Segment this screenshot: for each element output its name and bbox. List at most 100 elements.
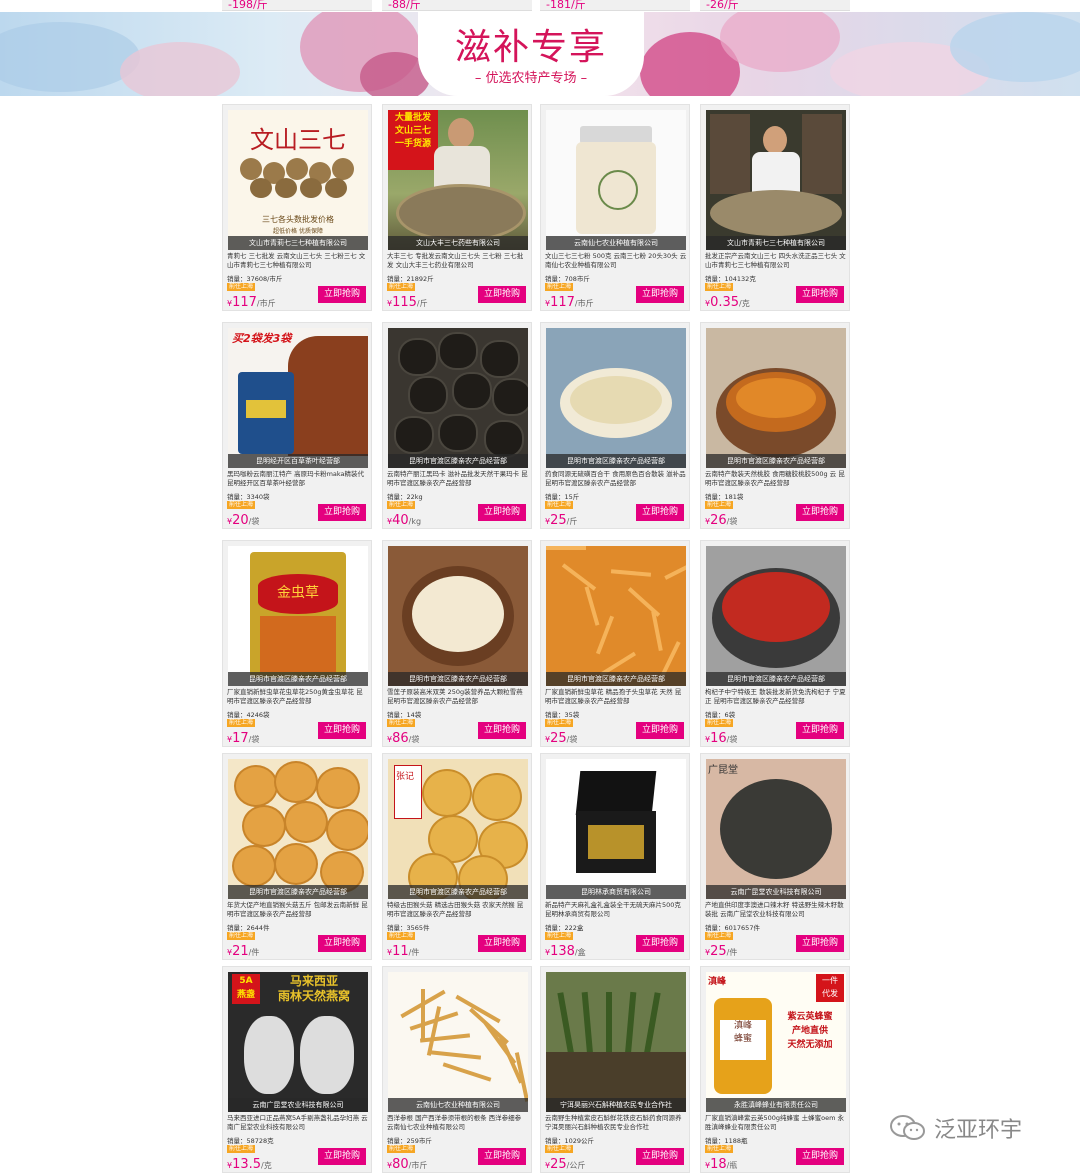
buy-now-button[interactable]: 立即抢购 bbox=[318, 286, 366, 303]
prev-card-stub: -198/斤 bbox=[222, 0, 372, 11]
buy-now-button[interactable]: 立即抢购 bbox=[636, 1148, 684, 1165]
shipping-tag: 前往上海 bbox=[387, 719, 416, 727]
product-image[interactable] bbox=[546, 110, 686, 250]
product-description[interactable]: 黑玛咖粉云南丽江特产 高原玛卡粉maka精装代 昆明经开区百草茶叶经营部 bbox=[227, 470, 369, 488]
product-image[interactable]: 滇峰 一件 代发 滇峰 蜂蜜 紫云英蜂蜜 产地直供 天然无添加 bbox=[706, 972, 846, 1112]
product-description[interactable]: 青莉七 三七批发 云南文山三七头 三七粉三七 文山市青莉七三七种植有限公司 bbox=[227, 252, 369, 270]
buy-now-button[interactable]: 立即抢购 bbox=[636, 504, 684, 521]
product-image[interactable] bbox=[546, 546, 686, 686]
buy-now-button[interactable]: 立即抢购 bbox=[796, 286, 844, 303]
product-image[interactable] bbox=[706, 546, 846, 686]
buy-now-button[interactable]: 立即抢购 bbox=[478, 1148, 526, 1165]
sales-count: 销量：6017657件 bbox=[705, 924, 760, 932]
product-description[interactable]: 文山三七三七粉 500克 云南三七粉 20头30头 云南仙七农业种植有限公司 bbox=[545, 252, 687, 270]
product-image[interactable] bbox=[388, 972, 528, 1112]
buy-now-button[interactable]: 立即抢购 bbox=[636, 286, 684, 303]
product-card[interactable]: 宁洱昊丽兴石斛种植农民专业合作社 云南野生种植紫皮石斛鲜花铁皮石斛药食同源养 宁… bbox=[540, 966, 690, 1173]
price-unit: /瓶 bbox=[726, 1161, 738, 1170]
shipping-tag: 前往上海 bbox=[387, 932, 416, 940]
product-card[interactable]: 文山三七 三七各头数批发价格 超低价格 优质保障 文山市青莉七三七种植有限公司 … bbox=[222, 104, 372, 311]
product-image[interactable]: 文山三七 三七各头数批发价格 超低价格 优质保障 bbox=[228, 110, 368, 250]
product-description[interactable]: 马来西亚进口正品燕窝5A手剔燕盏礼品孕妇燕 云南广昆堂农业科技有限公司 bbox=[227, 1114, 369, 1132]
product-card[interactable]: 昆明市官渡区滕亲农产品经营部 枸杞子中宁特级王 散装批发新货免洗枸杞子 宁夏正 … bbox=[700, 540, 850, 747]
product-description[interactable]: 产地直供印度李澳进口辣木籽 特选野生辣木籽散装批 云南广昆堂农业科技有限公司 bbox=[705, 901, 847, 919]
buy-now-button[interactable]: 立即抢购 bbox=[636, 722, 684, 739]
product-description[interactable]: 西洋参根 国产西洋参须带根的根条 西洋参细参 云南仙七农业种植有限公司 bbox=[387, 1114, 529, 1132]
product-description[interactable]: 雪莲子原装高米双荚 250g装营养品大颗粒雪燕 昆明市官渡区滕亲农产品经营部 bbox=[387, 688, 529, 706]
product-description[interactable]: 大丰三七 专批发云南文山三七头 三七粉 三七批发 文山大丰三七药业有限公司 bbox=[387, 252, 529, 270]
product-price: ¥86/袋 bbox=[387, 727, 419, 746]
price-unit: /袋 bbox=[566, 735, 578, 744]
shipping-tag: 前往上海 bbox=[705, 1145, 734, 1153]
price-value: 21 bbox=[232, 944, 249, 959]
product-card[interactable]: 昆明林承商贸有限公司 新品特产天麻礼盒礼盒装全干无硫天麻片500克 昆明林承商贸… bbox=[540, 753, 690, 960]
product-image[interactable] bbox=[228, 759, 368, 899]
product-card[interactable]: 昆明市官渡区滕亲农产品经营部 药食同源无硫磺百合干 食用原色百合散装 滋补品 昆… bbox=[540, 322, 690, 529]
price-value: 20 bbox=[232, 513, 249, 528]
product-card[interactable]: 大量批发 文山三七 一手货源 文山大丰三七药些有限公司 大丰三七 专批发云南文山… bbox=[382, 104, 532, 311]
buy-now-button[interactable]: 立即抢购 bbox=[796, 722, 844, 739]
product-card[interactable]: 文山市青莉七三七种植有限公司 批发正宗产云南文山三七 四头水洗正品三七头 文山市… bbox=[700, 104, 850, 311]
product-card[interactable]: 滇峰 一件 代发 滇峰 蜂蜜 紫云英蜂蜜 产地直供 天然无添加 永胜滇峰蜂业有限… bbox=[700, 966, 850, 1173]
product-description[interactable]: 云南特产散装天然桃胶 食用糖胶桃胶500g 云 昆明市官渡区滕亲农产品经营部 bbox=[705, 470, 847, 488]
sales-count: 销量：2644件 bbox=[227, 924, 270, 932]
product-card[interactable]: 昆明市官渡区滕亲农产品经营部 厂家直销新鲜虫草花 精品孢子头虫草花 天然 昆明市… bbox=[540, 540, 690, 747]
product-description[interactable]: 枸杞子中宁特级王 散装批发新货免洗枸杞子 宁夏正 昆明市官渡区滕亲农产品经营部 bbox=[705, 688, 847, 706]
product-image[interactable] bbox=[706, 110, 846, 250]
product-card[interactable]: 云南仙七农业种植有限公司 文山三七三七粉 500克 云南三七粉 20头30头 云… bbox=[540, 104, 690, 311]
buy-now-button[interactable]: 立即抢购 bbox=[796, 1148, 844, 1165]
product-image[interactable] bbox=[546, 759, 686, 899]
shipping-tag: 前往上海 bbox=[227, 932, 256, 940]
buy-now-button[interactable]: 立即抢购 bbox=[318, 1148, 366, 1165]
overlay-label: 金虫草 bbox=[277, 585, 319, 601]
product-card[interactable]: 5A 燕盏 马来西亚 雨林天然燕窝 云南广昆堂农业科技有限公司 马来西亚进口正品… bbox=[222, 966, 372, 1173]
buy-now-button[interactable]: 立即抢购 bbox=[478, 504, 526, 521]
product-description[interactable]: 厂家直销滇峰紫云英500g纯蜂蜜 土蜂蜜oem 永胜滇峰蜂业有限责任公司 bbox=[705, 1114, 847, 1132]
product-description[interactable]: 云南野生种植紫皮石斛鲜花铁皮石斛药食同源养 宁洱昊丽兴石斛种植农民专业合作社 bbox=[545, 1114, 687, 1132]
product-card[interactable]: 买2袋发3袋 昆明经开区百草茶叶经营部 黑玛咖粉云南丽江特产 高原玛卡粉maka… bbox=[222, 322, 372, 529]
shipping-tag: 前往上海 bbox=[227, 719, 256, 727]
buy-now-button[interactable]: 立即抢购 bbox=[636, 935, 684, 952]
product-card[interactable]: 广昆堂 云南广昆堂农业科技有限公司 产地直供印度李澳进口辣木籽 特选野生辣木籽散… bbox=[700, 753, 850, 960]
buy-now-button[interactable]: 立即抢购 bbox=[318, 722, 366, 739]
product-description[interactable]: 批发正宗产云南文山三七 四头水洗正品三七头 文山市青莉七三七种植有限公司 bbox=[705, 252, 847, 270]
product-description[interactable]: 特级古田猴头菇 精选古田猴头菇 农家天然猴 昆明市官渡区滕亲农产品经营部 bbox=[387, 901, 529, 919]
product-image[interactable]: 大量批发 文山三七 一手货源 bbox=[388, 110, 528, 250]
buy-now-button[interactable]: 立即抢购 bbox=[478, 286, 526, 303]
product-image[interactable]: 5A 燕盏 马来西亚 雨林天然燕窝 bbox=[228, 972, 368, 1112]
price-value: 40 bbox=[392, 513, 409, 528]
product-card[interactable]: 昆明市官渡区滕亲农产品经营部 云南特产散装天然桃胶 食用糖胶桃胶500g 云 昆… bbox=[700, 322, 850, 529]
product-image[interactable]: 金虫草 bbox=[228, 546, 368, 686]
price-unit: /斤 bbox=[416, 299, 428, 308]
product-description[interactable]: 年货大促产地直销猴头菇五斤 包邮发云南新鲜 昆明市官渡区滕亲农产品经营部 bbox=[227, 901, 369, 919]
product-description[interactable]: 云南特产丽江黑玛卡 滋补品批发天然干果玛卡 昆明市官渡区滕亲农产品经营部 bbox=[387, 470, 529, 488]
product-card[interactable]: 昆明市官渡区滕亲农产品经营部 年货大促产地直销猴头菇五斤 包邮发云南新鲜 昆明市… bbox=[222, 753, 372, 960]
watermark-text: 泛亚环宇 bbox=[934, 1118, 1023, 1143]
product-card[interactable]: 昆明市官渡区滕亲农产品经营部 云南特产丽江黑玛卡 滋补品批发天然干果玛卡 昆明市… bbox=[382, 322, 532, 529]
product-card[interactable]: 金虫草 昆明市官渡区滕亲农产品经营部 厂家直销新鲜虫草花虫草花250g黄金虫草花… bbox=[222, 540, 372, 747]
product-card[interactable]: 昆明市官渡区滕亲农产品经营部 雪莲子原装高米双荚 250g装营养品大颗粒雪燕 昆… bbox=[382, 540, 532, 747]
product-card[interactable]: 云南仙七农业种植有限公司 西洋参根 国产西洋参须带根的根条 西洋参细参 云南仙七… bbox=[382, 966, 532, 1173]
product-description[interactable]: 药食同源无硫磺百合干 食用原色百合散装 滋补品 昆明市官渡区滕亲农产品经营部 bbox=[545, 470, 687, 488]
product-card[interactable]: 张记 昆明市官渡区滕亲农产品经营部 特级古田猴头菇 精选古田猴头菇 农家天然猴 … bbox=[382, 753, 532, 960]
product-image[interactable]: 广昆堂 bbox=[706, 759, 846, 899]
buy-now-button[interactable]: 立即抢购 bbox=[318, 935, 366, 952]
product-image[interactable] bbox=[388, 546, 528, 686]
price-value: 26 bbox=[710, 513, 727, 528]
overlay-promo: 买2袋发3袋 bbox=[232, 332, 292, 345]
sales-count: 销量：22kg bbox=[387, 493, 423, 501]
product-image[interactable]: 买2袋发3袋 bbox=[228, 328, 368, 468]
product-image[interactable] bbox=[706, 328, 846, 468]
product-description[interactable]: 新品特产天麻礼盒礼盒装全干无硫天麻片500克 昆明林承商贸有限公司 bbox=[545, 901, 687, 919]
product-description[interactable]: 厂家直销新鲜虫草花 精品孢子头虫草花 天然 昆明市官渡区滕亲农产品经营部 bbox=[545, 688, 687, 706]
product-image[interactable] bbox=[388, 328, 528, 468]
product-image[interactable] bbox=[546, 328, 686, 468]
product-image[interactable] bbox=[546, 972, 686, 1112]
buy-now-button[interactable]: 立即抢购 bbox=[318, 504, 366, 521]
buy-now-button[interactable]: 立即抢购 bbox=[478, 935, 526, 952]
product-image[interactable]: 张记 bbox=[388, 759, 528, 899]
product-description[interactable]: 厂家直销新鲜虫草花虫草花250g黄金虫草花 昆明市官渡区滕亲农产品经营部 bbox=[227, 688, 369, 706]
buy-now-button[interactable]: 立即抢购 bbox=[478, 722, 526, 739]
buy-now-button[interactable]: 立即抢购 bbox=[796, 935, 844, 952]
buy-now-button[interactable]: 立即抢购 bbox=[796, 504, 844, 521]
